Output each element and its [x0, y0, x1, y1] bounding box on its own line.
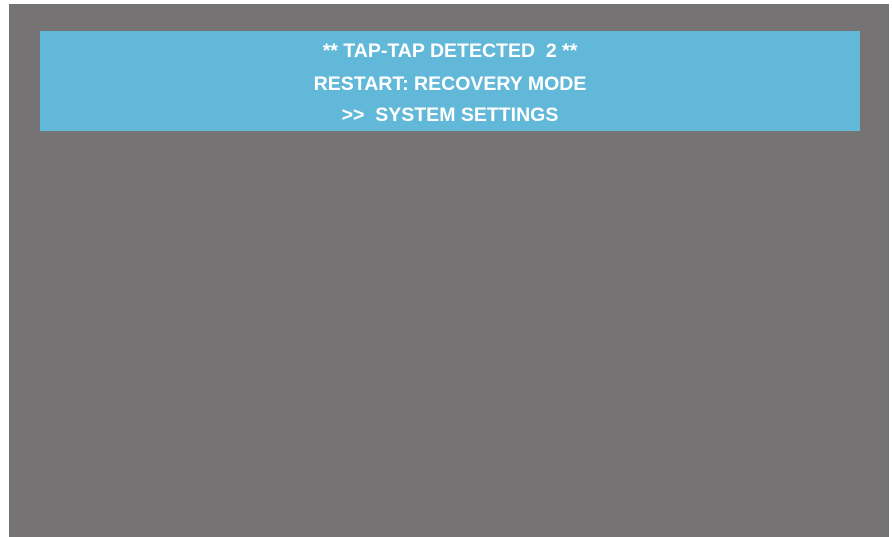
system-settings-option[interactable]: >> SYSTEM SETTINGS [40, 103, 860, 127]
restart-recovery-mode-option[interactable]: RESTART: RECOVERY MODE [40, 72, 860, 96]
status-banner: ** TAP-TAP DETECTED 2 ** RESTART: RECOVE… [40, 31, 860, 131]
device-screen: ** TAP-TAP DETECTED 2 ** RESTART: RECOVE… [9, 4, 889, 537]
tap-detected-message: ** TAP-TAP DETECTED 2 ** [322, 40, 578, 62]
